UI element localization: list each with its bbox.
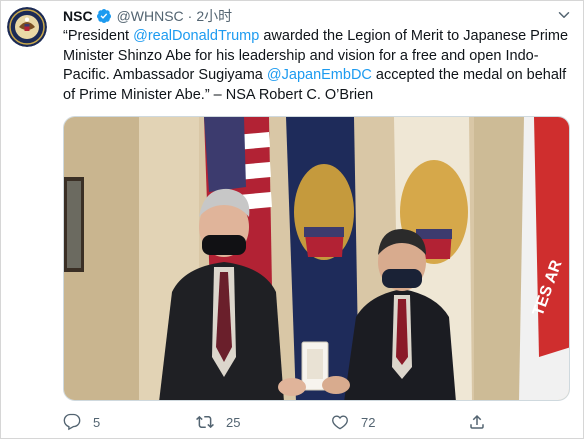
display-name[interactable]: NSC [63, 8, 93, 24]
verified-badge-icon [96, 8, 112, 24]
retweet-button[interactable]: 25 [196, 411, 240, 433]
mention-link[interactable]: @JapanEmbDC [267, 67, 372, 83]
nsc-seal-avatar-icon [7, 7, 47, 47]
retweet-icon [196, 415, 214, 429]
reply-count: 5 [93, 414, 101, 430]
tweet-text-segment: “President [63, 28, 134, 44]
reply-button[interactable]: 5 [63, 411, 100, 433]
like-count: 72 [361, 414, 376, 430]
tweet-text: “President @realDonaldTrump awarded the … [63, 27, 575, 105]
timestamp[interactable]: 2小时 [196, 6, 232, 26]
reply-icon [63, 413, 81, 431]
share-button[interactable] [468, 411, 498, 433]
tweet-header: NSC @WHNSC · 2小时 [63, 7, 232, 25]
retweet-count: 25 [226, 414, 241, 430]
tweet-card: NSC @WHNSC · 2小时 “President @realDonaldT… [0, 0, 584, 439]
more-options-chevron-icon[interactable] [555, 6, 573, 24]
mention-link[interactable]: @realDonaldTrump [133, 28, 259, 44]
tweet-actions: 5 25 72 [63, 411, 513, 433]
share-icon [470, 414, 484, 429]
ceremony-photo: TES AR [64, 117, 569, 400]
like-button[interactable]: 72 [331, 411, 375, 433]
avatar[interactable] [7, 7, 47, 47]
user-handle[interactable]: @WHNSC [117, 8, 184, 24]
separator-dot: · [187, 8, 193, 24]
like-icon [332, 415, 348, 430]
tweet-photo[interactable]: TES AR [63, 116, 570, 401]
